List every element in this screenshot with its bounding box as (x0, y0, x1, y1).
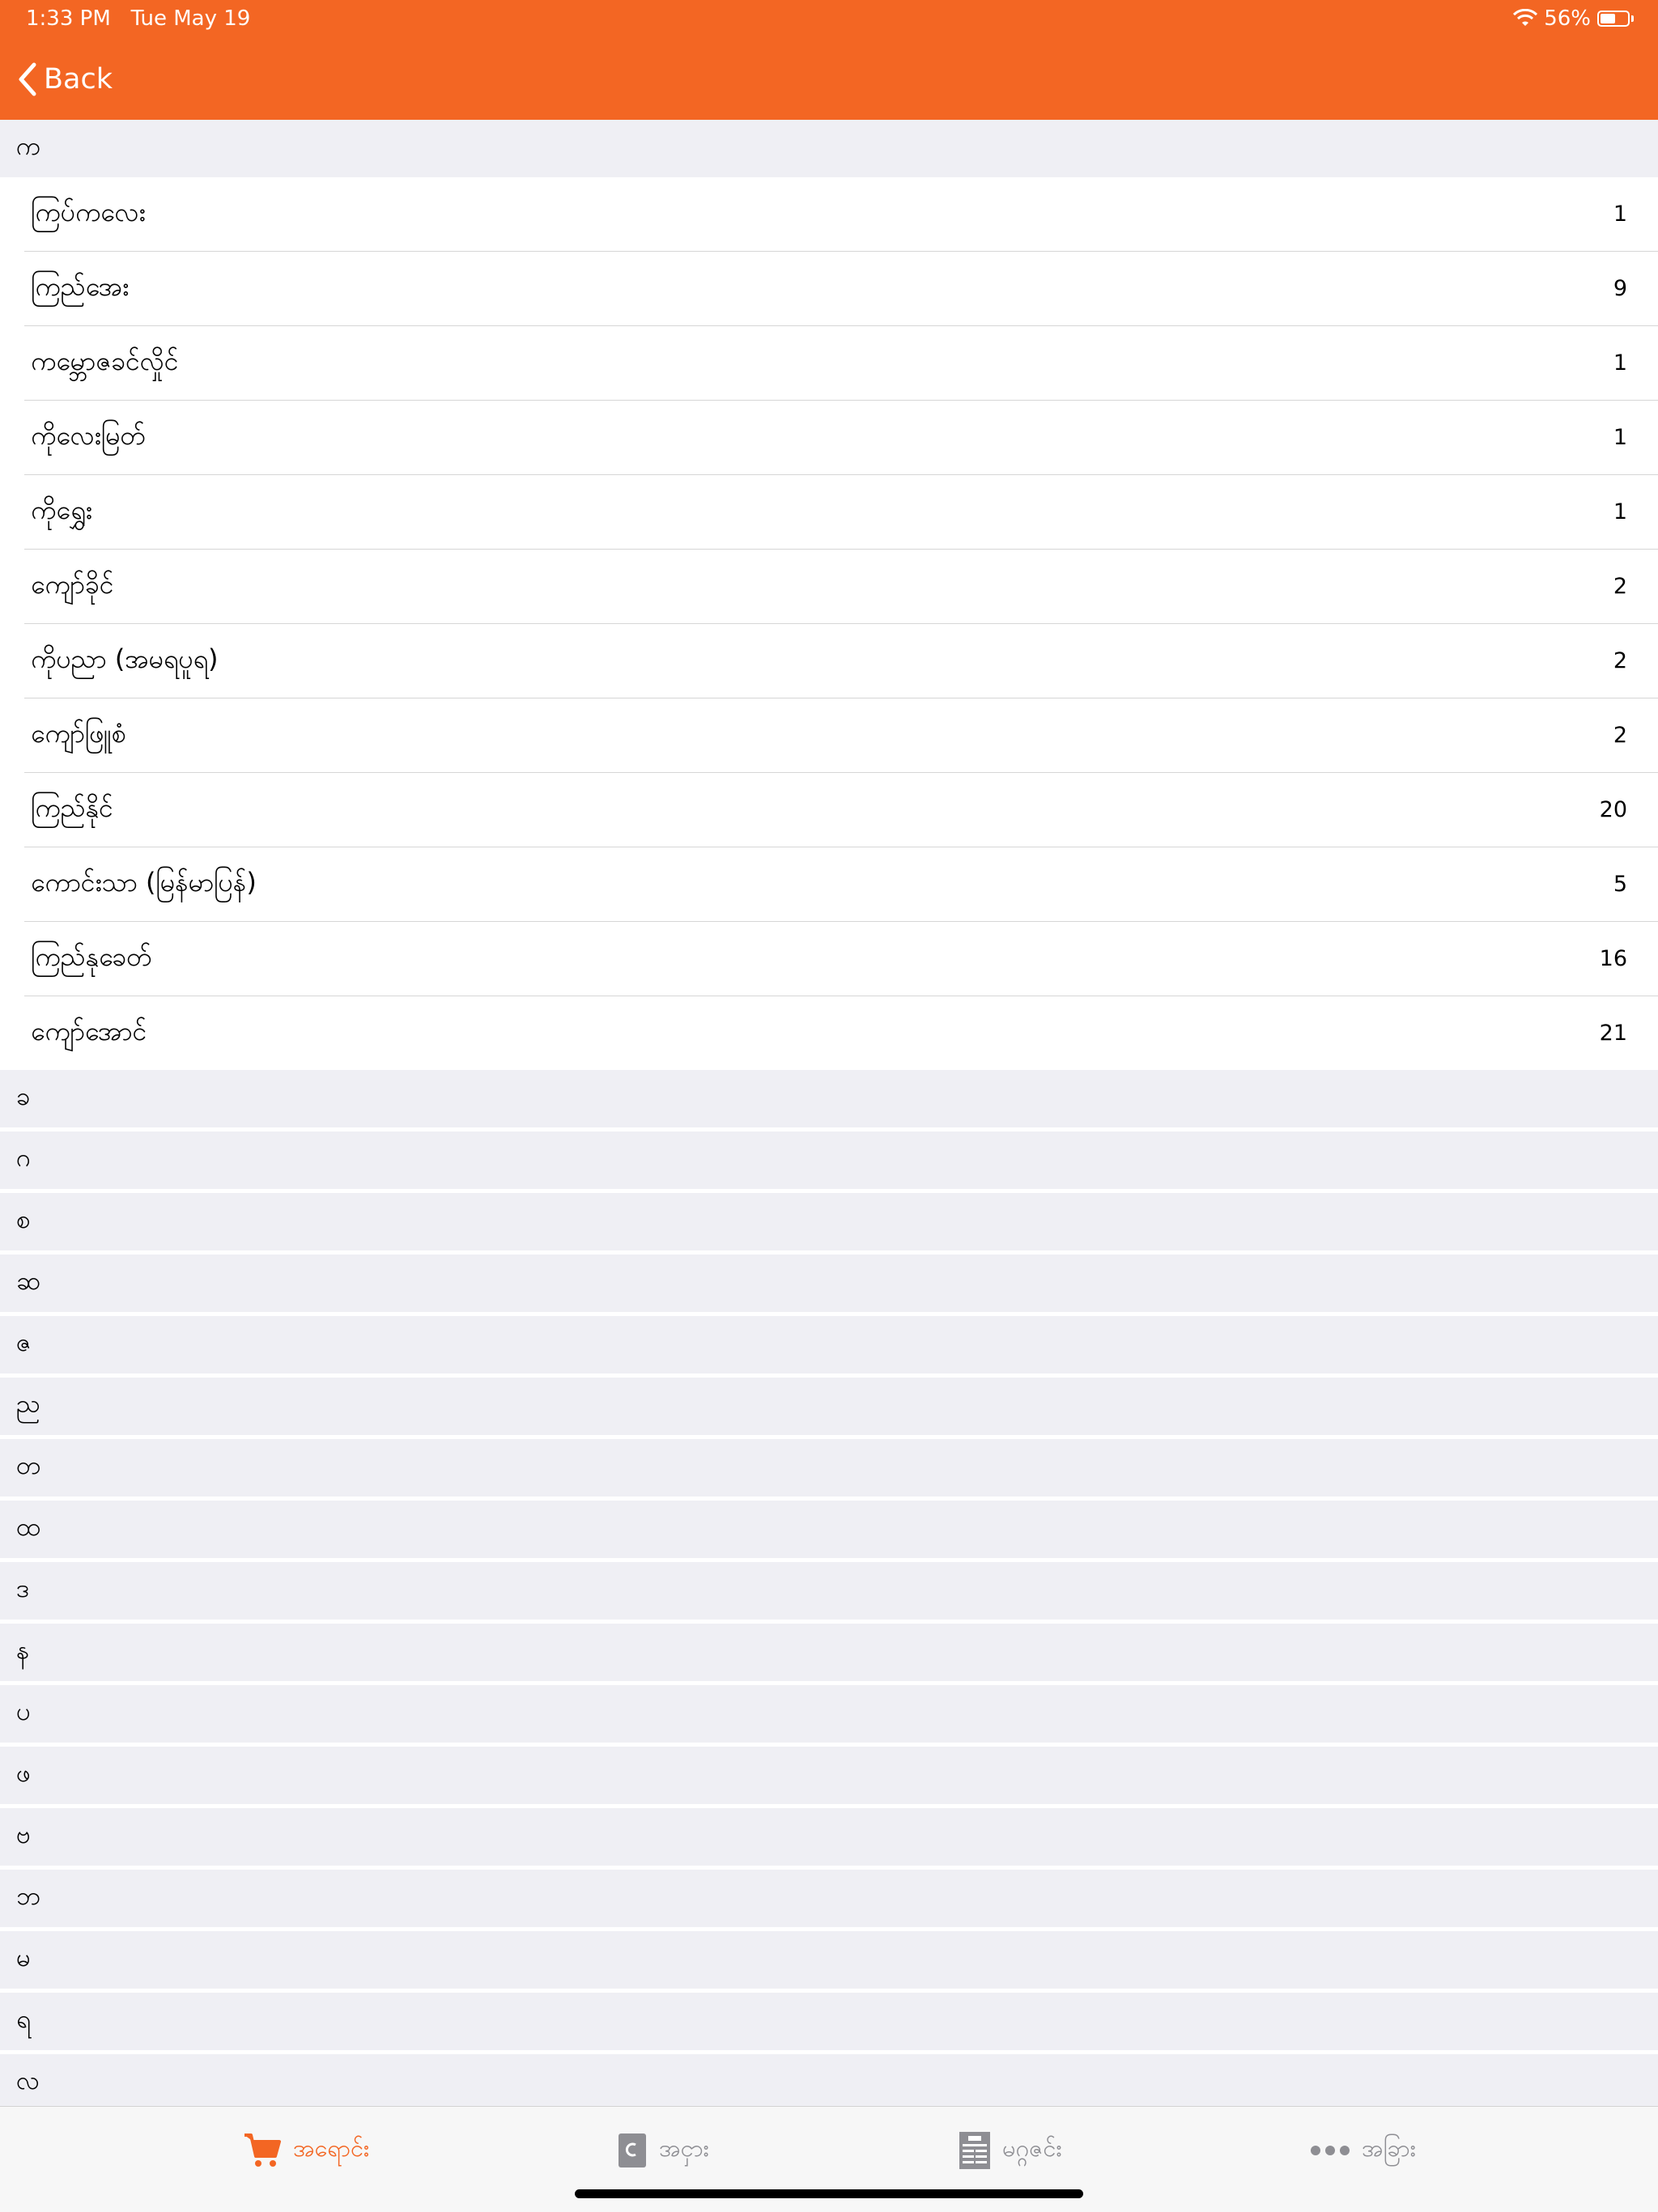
status-right: 56% (1513, 6, 1634, 31)
section-header[interactable]: ဇ (0, 1316, 1658, 1378)
tab-label-more: အခြား (1362, 2133, 1417, 2162)
book-count: 1 (1613, 425, 1627, 450)
author-row[interactable]: ကမ္ဘောဇခင်လှိုင် 1 (24, 326, 1658, 401)
section-header[interactable]: ဖ (0, 1747, 1658, 1808)
status-time: 1:33 PM Tue May 19 (26, 6, 251, 31)
book-icon (619, 2133, 646, 2167)
tab-label-magazine: မဂ္ဂဇင်း (1002, 2133, 1062, 2162)
section-header[interactable]: တ (0, 1439, 1658, 1501)
section-header[interactable]: ဆ (0, 1255, 1658, 1316)
section-rows: ကြပ်ကလေး 1 ကြည်အေး 9 ကမ္ဘောဇခင်လှိုင် 1 ကိုလေး… (0, 177, 1658, 1070)
section-header[interactable]: ပ (0, 1685, 1658, 1747)
back-label: Back (44, 63, 113, 96)
section-header[interactable]: ဒ (0, 1562, 1658, 1624)
tab-label-sale: အရောင်း (293, 2133, 370, 2162)
book-count: 9 (1613, 276, 1627, 301)
book-count: 1 (1613, 499, 1627, 524)
section-header[interactable]: ထ (0, 1501, 1658, 1562)
author-name: ကိုရွှေး (31, 494, 92, 525)
section-header[interactable]: စ (0, 1193, 1658, 1255)
section-header[interactable]: ရ (0, 1993, 1658, 2054)
book-count: 20 (1599, 797, 1627, 822)
section-header[interactable]: ဂ (0, 1131, 1658, 1193)
author-name: ကျော်ဖြူစံ (31, 717, 126, 749)
tab-rent[interactable]: အငှား (617, 2126, 709, 2175)
battery-icon (1597, 11, 1630, 27)
author-row[interactable]: ကြပ်ကလေး 1 (24, 177, 1658, 252)
author-list: ကကြပ်ကလေး 1 ကြည်အေး 9 ကမ္ဘောဇခင်လှိုင် 1 ကိုလေ… (0, 120, 1658, 2116)
book-count: 1 (1613, 350, 1627, 376)
book-count: 1 (1613, 202, 1627, 227)
book-count: 16 (1599, 946, 1627, 971)
author-name: ကြပ်ကလေး (31, 196, 146, 227)
tab-sale[interactable]: အရောင်း (243, 2126, 369, 2175)
section-header[interactable]: မ (0, 1931, 1658, 1993)
book-count: 2 (1613, 574, 1627, 599)
author-row[interactable]: ကျော်ဖြူစံ 2 (24, 698, 1658, 773)
author-name: ကိုပညာ (အမရပူရ) (31, 643, 219, 674)
author-name: ကြည်နိုင် (31, 792, 113, 823)
navigation-bar: 1:33 PM Tue May 19 56% Back (0, 0, 1658, 120)
author-row[interactable]: ကြည်နိုင် 20 (24, 773, 1658, 847)
chevron-left-icon (19, 62, 36, 96)
battery-percent: 56% (1544, 6, 1591, 31)
home-indicator (575, 2189, 1083, 2198)
tab-label-rent: အငှား (659, 2133, 709, 2162)
author-name: ကိုလေးမြတ် (31, 419, 146, 451)
tab-more[interactable]: အခြား (1310, 2126, 1416, 2175)
author-name: ကောင်းသာ (မြန်မာပြန်) (31, 866, 257, 898)
author-row[interactable]: ကိုပညာ (အမရပူရ) 2 (24, 624, 1658, 698)
author-name: ကမ္ဘောဇခင်လှိုင် (31, 345, 179, 376)
author-row[interactable]: ကိုလေးမြတ် 1 (24, 401, 1658, 475)
book-count: 2 (1613, 723, 1627, 748)
author-row[interactable]: ကိုရွှေး 1 (24, 475, 1658, 550)
cart-icon (244, 2133, 281, 2167)
wifi-icon (1513, 9, 1538, 26)
section-header[interactable]: ည (0, 1378, 1658, 1439)
more-icon (1311, 2146, 1350, 2155)
author-name: ကြည်အေး (31, 270, 130, 302)
section-header[interactable]: က (0, 120, 1658, 177)
author-row[interactable]: ကျော်အောင် 21 (24, 996, 1658, 1070)
author-row[interactable]: ကြည်အေး 9 (24, 252, 1658, 326)
back-button[interactable]: Back (18, 57, 113, 102)
status-date: Tue May 19 (130, 6, 251, 31)
section-header[interactable]: န (0, 1624, 1658, 1685)
book-count: 2 (1613, 648, 1627, 673)
author-row[interactable]: ကျော်ခိုင် 2 (24, 550, 1658, 624)
author-name: ကျော်ခိုင် (31, 568, 114, 600)
section-header[interactable]: ဘ (0, 1870, 1658, 1931)
author-name: ကြည်နုခေတ် (31, 940, 152, 972)
author-row[interactable]: ကြည်နုခေတ် 16 (24, 922, 1658, 996)
book-count: 21 (1599, 1021, 1627, 1046)
section-header[interactable]: ခ (0, 1070, 1658, 1131)
tab-magazine[interactable]: မဂ္ဂဇင်း (959, 2126, 1062, 2175)
magazine-icon (959, 2132, 990, 2169)
book-count: 5 (1613, 872, 1627, 897)
section-header[interactable]: ဗ (0, 1808, 1658, 1870)
author-row[interactable]: ကောင်းသာ (မြန်မာပြန်) 5 (24, 847, 1658, 922)
author-name: ကျော်အောင် (31, 1015, 147, 1047)
